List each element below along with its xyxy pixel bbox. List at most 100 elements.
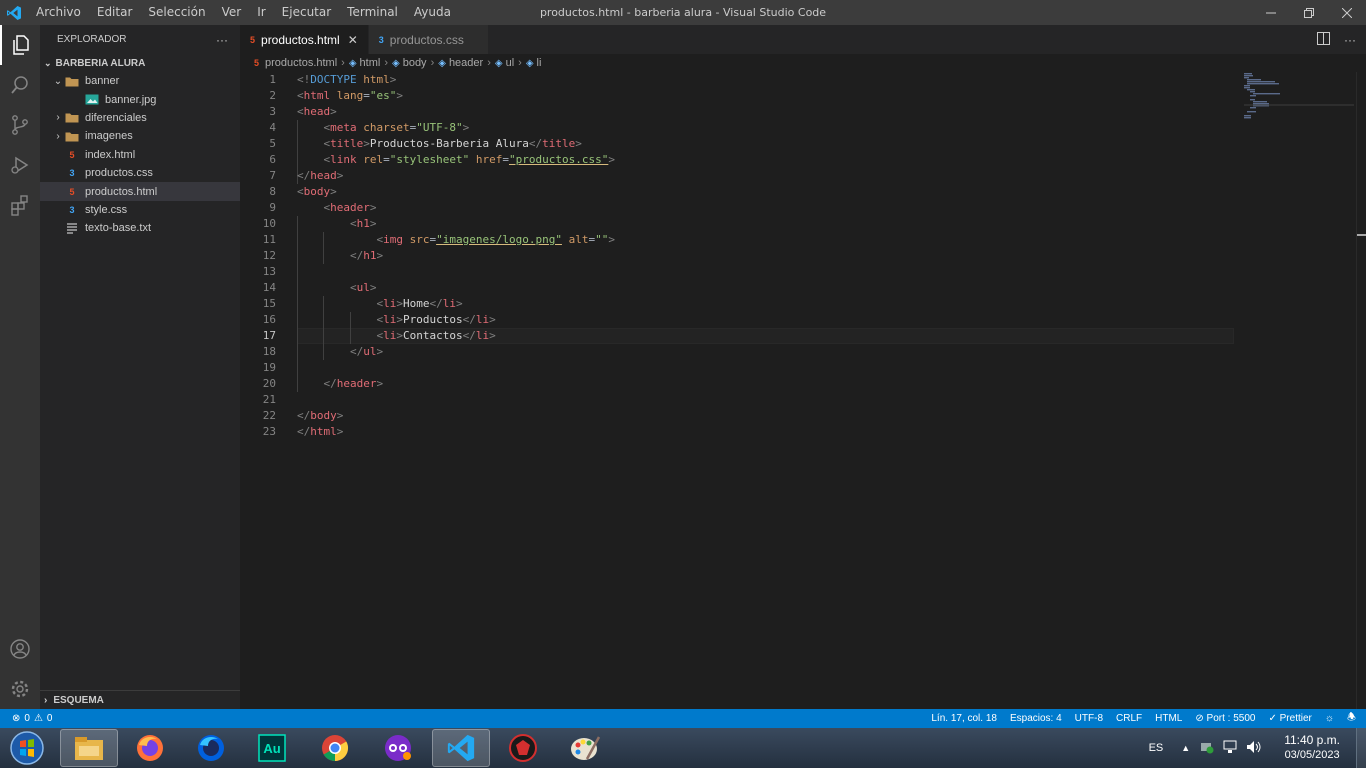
tree-item-banner-jpg[interactable]: banner.jpg — [40, 90, 240, 108]
network-icon[interactable] — [1222, 740, 1238, 757]
vertical-scrollbar[interactable] — [1356, 72, 1366, 709]
security-shield-icon[interactable] — [1200, 740, 1214, 757]
chrome-icon[interactable] — [306, 729, 364, 767]
code-token: "es" — [369, 89, 397, 102]
tree-item-style-css[interactable]: 3 style.css — [40, 201, 240, 219]
run-debug-icon[interactable] — [0, 145, 40, 185]
more-actions-icon[interactable]: ··· — [1344, 33, 1356, 47]
extensions-icon[interactable] — [0, 185, 40, 225]
input-language[interactable]: ES — [1149, 742, 1164, 754]
line-number: 13 — [262, 265, 276, 278]
menu-seleccion[interactable]: Selección — [140, 0, 213, 25]
notifications-bell-icon[interactable]: 🕭 — [1347, 710, 1356, 727]
start-button[interactable] — [0, 729, 54, 767]
paint-icon[interactable] — [556, 729, 614, 767]
breadcrumb-file[interactable]: productos.html — [265, 57, 337, 69]
workspace-folder[interactable]: ⌄ BARBERIA ALURA — [40, 54, 240, 72]
menu-ayuda[interactable]: Ayuda — [406, 0, 459, 25]
chevron-down-icon: ⌄ — [53, 75, 63, 87]
code-content: <img src="imagenes/logo.png" alt=""> — [297, 232, 614, 248]
code-editor[interactable]: 1 <!DOCTYPE html> 2 <html lang="es"> 3 <head>… — [240, 72, 1356, 709]
code-line: 15 <li>Home</li> — [240, 296, 1240, 312]
vscode-taskbar-icon[interactable] — [432, 729, 490, 767]
code-token: href — [475, 153, 503, 166]
code-line: 3 <head> — [240, 104, 1240, 120]
menu-archivo[interactable]: Archivo — [28, 0, 89, 25]
warning-count: 0 — [46, 713, 53, 724]
code-token: alt — [568, 233, 589, 246]
css3-icon: 3 — [69, 204, 75, 215]
code-line: 23 </html> — [240, 424, 1240, 440]
code-token: ul — [356, 281, 370, 294]
minimize-button[interactable] — [1252, 0, 1290, 25]
cursor-position[interactable]: Lín. 17, col. 18 — [931, 713, 997, 724]
firefox-icon[interactable] — [121, 729, 179, 767]
breadcrumb-ul[interactable]: ul — [506, 57, 515, 69]
tree-item-productos-css[interactable]: 3 productos.css — [40, 164, 240, 182]
outline-section[interactable]: › ESQUEMA — [40, 690, 240, 709]
error-icon: ⊗ — [12, 713, 21, 724]
code-token: = — [363, 89, 370, 102]
more-actions-button[interactable]: ··· — [216, 33, 228, 47]
tree-item-banner[interactable]: ⌄ banner — [40, 72, 240, 90]
language-mode[interactable]: HTML — [1155, 713, 1182, 724]
restore-button[interactable] — [1290, 0, 1328, 25]
menu-terminal[interactable]: Terminal — [339, 0, 406, 25]
menu-ejecutar[interactable]: Ejecutar — [274, 0, 340, 25]
source-control-icon[interactable] — [0, 105, 40, 145]
code-content: <meta charset="UTF-8"> — [297, 120, 470, 136]
tree-item-label: banner — [85, 75, 120, 88]
breadcrumb-header[interactable]: header — [449, 57, 483, 69]
status-bar: ⊗ 0 ⚠ 0 Lín. 17, col. 18 Espacios: 4 UTF… — [0, 709, 1366, 728]
feedback-icon[interactable]: ☼ — [1325, 713, 1334, 724]
menu-ir[interactable]: Ir — [249, 0, 273, 25]
system-clock[interactable]: 11:40 p.m. 03/05/2023 — [1284, 733, 1340, 763]
show-desktop-button[interactable] — [1356, 728, 1366, 768]
volume-icon[interactable] — [1246, 740, 1262, 757]
minimap[interactable] — [1244, 72, 1354, 192]
tree-item-productos-html[interactable]: 5 productos.html — [40, 182, 240, 201]
firefox-developer-icon[interactable] — [182, 729, 240, 767]
code-token: "UTF-8" — [416, 121, 463, 134]
tab-productos-html[interactable]: 5 productos.html ✕ — [240, 25, 369, 54]
breadcrumb-body[interactable]: body — [403, 57, 427, 69]
code-token: > — [462, 121, 470, 134]
status-right: Lín. 17, col. 18 Espacios: 4 UTF-8 CRLF … — [931, 710, 1356, 727]
tree-item-diferenciales[interactable]: › diferenciales — [40, 109, 240, 127]
show-hidden-icons-icon[interactable]: ▲ — [1181, 743, 1190, 753]
encoding[interactable]: UTF-8 — [1075, 713, 1103, 724]
tree-item-texto-base-txt[interactable]: texto-base.txt — [40, 219, 240, 237]
close-button[interactable] — [1328, 0, 1366, 25]
cube-icon: ◈ — [348, 57, 357, 69]
problems-indicator[interactable]: ⊗ 0 ⚠ 0 — [12, 713, 52, 724]
breadcrumb-html[interactable]: html — [360, 57, 381, 69]
audition-icon[interactable]: Au — [243, 729, 301, 767]
accounts-icon[interactable] — [0, 629, 40, 669]
menu-ver[interactable]: Ver — [214, 0, 250, 25]
indentation[interactable]: Espacios: 4 — [1010, 713, 1062, 724]
close-tab-icon[interactable]: ✕ — [348, 33, 358, 47]
explorer-icon[interactable] — [0, 25, 40, 65]
code-line: 20 </header> — [240, 376, 1240, 392]
tab-productos-css[interactable]: 3 productos.css — [368, 25, 489, 54]
incognito-browser-icon[interactable] — [369, 729, 427, 767]
tree-item-index-html[interactable]: 5 index.html — [40, 146, 240, 164]
end-of-line[interactable]: CRLF — [1116, 713, 1142, 724]
menu-editar[interactable]: Editar — [89, 0, 141, 25]
file-explorer-icon[interactable] — [60, 729, 118, 767]
code-line: 5 <title>Productos-Barberia Alura</title… — [240, 136, 1240, 152]
code-line: 14 <ul> — [240, 280, 1240, 296]
prettier-status[interactable]: ✓ Prettier — [1268, 713, 1311, 724]
split-editor-icon[interactable] — [1317, 31, 1330, 48]
security-app-icon[interactable] — [494, 729, 552, 767]
breadcrumb-li[interactable]: li — [537, 57, 542, 69]
settings-gear-icon[interactable] — [0, 669, 40, 709]
code-token: Home — [402, 297, 430, 310]
line-number: 12 — [262, 249, 276, 262]
search-icon[interactable] — [0, 65, 40, 105]
line-number: 2 — [269, 89, 276, 102]
code-token: < — [349, 281, 357, 294]
explorer-sidebar: EXPLORADOR ··· ⌄ BARBERIA ALURA ⌄ banner b… — [40, 25, 240, 709]
live-server-port[interactable]: ⊘ Port : 5500 — [1195, 713, 1255, 724]
tree-item-imagenes[interactable]: › imagenes — [40, 127, 240, 145]
